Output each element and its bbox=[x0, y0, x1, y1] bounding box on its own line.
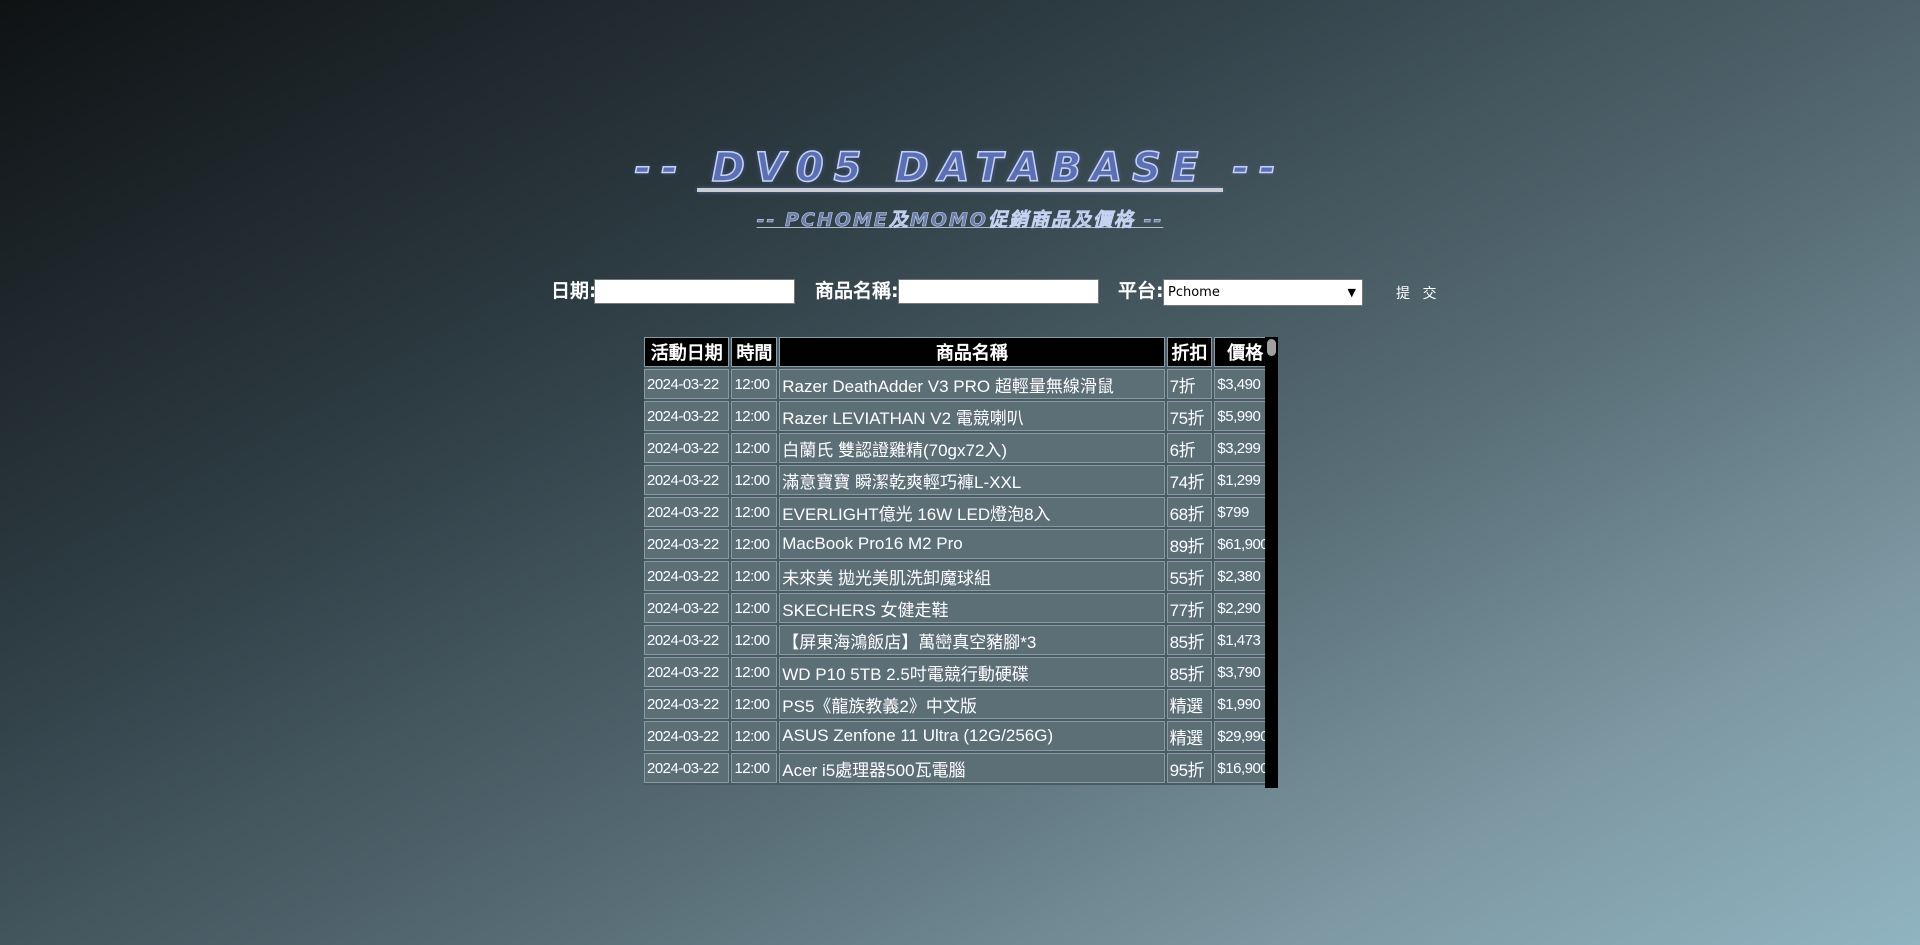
cell-time: 12:00 bbox=[731, 689, 778, 719]
header-date: 活動日期 bbox=[644, 337, 730, 367]
cell-product-name: ASUS Zenfone 11 Ultra (12G/256G) bbox=[779, 721, 1165, 751]
cell-discount: 精選 bbox=[1166, 689, 1213, 719]
cell-product-name: 【屏東海鴻飯店】萬巒真空豬腳*3 bbox=[779, 625, 1165, 655]
date-input[interactable] bbox=[594, 279, 795, 304]
table-row: 2024-03-22 12:00 未來美 拋光美肌洗卸魔球組 55折 $2,38… bbox=[644, 561, 1276, 591]
cell-discount: 6折 bbox=[1166, 433, 1213, 463]
cell-discount: 55折 bbox=[1166, 561, 1213, 591]
table-row: 2024-03-22 12:00 【屏東海鴻飯店】萬巒真空豬腳*3 85折 $1… bbox=[644, 625, 1276, 655]
cell-date: 2024-03-22 bbox=[644, 721, 730, 751]
cell-product-name: WD P10 5TB 2.5吋電競行動硬碟 bbox=[779, 657, 1165, 687]
cell-date: 2024-03-22 bbox=[644, 401, 730, 431]
page-subtitle: -- PCHOME及MOMO促銷商品及價格 -- bbox=[756, 209, 1164, 232]
cell-product-name: MacBook Pro16 M2 Pro bbox=[779, 529, 1165, 559]
cell-discount: 77折 bbox=[1166, 593, 1213, 623]
promo-table: 活動日期 時間 商品名稱 折扣 價格 2024-03-22 12:00 Raze… bbox=[644, 337, 1278, 785]
cell-discount: 95折 bbox=[1166, 753, 1213, 783]
cell-discount: 精選 bbox=[1166, 721, 1213, 751]
cell-date: 2024-03-22 bbox=[644, 657, 730, 687]
cell-date: 2024-03-22 bbox=[644, 689, 730, 719]
cell-time: 12:00 bbox=[731, 369, 778, 399]
product-name-label: 商品名稱: bbox=[815, 280, 899, 302]
cell-product-name: Razer LEVIATHAN V2 電競喇叭 bbox=[779, 401, 1165, 431]
title-underline bbox=[697, 188, 1223, 192]
cell-time: 12:00 bbox=[731, 593, 778, 623]
table-row: 2024-03-22 12:00 SKECHERS 女健走鞋 77折 $2,29… bbox=[644, 593, 1276, 623]
cell-product-name: EVERLIGHT億光 16W LED燈泡8入 bbox=[779, 497, 1165, 527]
cell-discount: 75折 bbox=[1166, 401, 1213, 431]
cell-date: 2024-03-22 bbox=[644, 561, 730, 591]
date-label: 日期: bbox=[551, 280, 597, 302]
cell-product-name: PS5《龍族教義2》中文版 bbox=[779, 689, 1165, 719]
cell-discount: 85折 bbox=[1166, 657, 1213, 687]
cell-time: 12:00 bbox=[731, 401, 778, 431]
cell-discount: 7折 bbox=[1166, 369, 1213, 399]
table-row: 2024-03-22 12:00 Razer LEVIATHAN V2 電競喇叭… bbox=[644, 401, 1276, 431]
table-row: 2024-03-22 12:00 滿意寶寶 瞬潔乾爽輕巧褲L-XXL 74折 $… bbox=[644, 465, 1276, 495]
scrollbar-thumb[interactable] bbox=[1267, 339, 1276, 356]
cell-time: 12:00 bbox=[731, 753, 778, 783]
table-row: 2024-03-22 12:00 EVERLIGHT億光 16W LED燈泡8入… bbox=[644, 497, 1276, 527]
cell-date: 2024-03-22 bbox=[644, 529, 730, 559]
submit-button[interactable]: 提 交 bbox=[1396, 283, 1476, 305]
platform-select[interactable]: Pchome ▼ bbox=[1163, 279, 1363, 306]
cell-date: 2024-03-22 bbox=[644, 753, 730, 783]
cell-product-name: 未來美 拋光美肌洗卸魔球組 bbox=[779, 561, 1165, 591]
cell-date: 2024-03-22 bbox=[644, 593, 730, 623]
cell-date: 2024-03-22 bbox=[644, 433, 730, 463]
cell-discount: 68折 bbox=[1166, 497, 1213, 527]
table-row: 2024-03-22 12:00 白蘭氏 雙認證雞精(70gx72入) 6折 $… bbox=[644, 433, 1276, 463]
cell-product-name: Acer i5處理器500瓦電腦 bbox=[779, 753, 1165, 783]
header-product-name: 商品名稱 bbox=[779, 337, 1165, 367]
table-row: 2024-03-22 12:00 Acer i5處理器500瓦電腦 95折 $1… bbox=[644, 753, 1276, 783]
platform-selected-value: Pchome bbox=[1168, 285, 1220, 300]
cell-date: 2024-03-22 bbox=[644, 625, 730, 655]
cell-time: 12:00 bbox=[731, 657, 778, 687]
cell-date: 2024-03-22 bbox=[644, 369, 730, 399]
cell-date: 2024-03-22 bbox=[644, 497, 730, 527]
cell-time: 12:00 bbox=[731, 721, 778, 751]
table-header-row: 活動日期 時間 商品名稱 折扣 價格 bbox=[644, 337, 1276, 367]
table-row: 2024-03-22 12:00 MacBook Pro16 M2 Pro 89… bbox=[644, 529, 1276, 559]
chevron-down-icon: ▼ bbox=[1347, 286, 1356, 299]
cell-time: 12:00 bbox=[731, 625, 778, 655]
header-time: 時間 bbox=[731, 337, 778, 367]
page-title: -- DV05 DATABASE -- bbox=[634, 144, 1286, 192]
table-row: 2024-03-22 12:00 Razer DeathAdder V3 PRO… bbox=[644, 369, 1276, 399]
table-row: 2024-03-22 12:00 PS5《龍族教義2》中文版 精選 $1,990 bbox=[644, 689, 1276, 719]
cell-time: 12:00 bbox=[731, 529, 778, 559]
cell-discount: 74折 bbox=[1166, 465, 1213, 495]
cell-product-name: SKECHERS 女健走鞋 bbox=[779, 593, 1165, 623]
cell-time: 12:00 bbox=[731, 465, 778, 495]
header-discount: 折扣 bbox=[1166, 337, 1213, 367]
cell-product-name: 白蘭氏 雙認證雞精(70gx72入) bbox=[779, 433, 1165, 463]
cell-time: 12:00 bbox=[731, 561, 778, 591]
cell-discount: 85折 bbox=[1166, 625, 1213, 655]
table-row: 2024-03-22 12:00 ASUS Zenfone 11 Ultra (… bbox=[644, 721, 1276, 751]
table-row: 2024-03-22 12:00 WD P10 5TB 2.5吋電競行動硬碟 8… bbox=[644, 657, 1276, 687]
cell-discount: 89折 bbox=[1166, 529, 1213, 559]
platform-label: 平台: bbox=[1118, 280, 1164, 302]
product-name-input[interactable] bbox=[898, 279, 1099, 304]
table-scrollbar[interactable] bbox=[1265, 337, 1278, 788]
cell-date: 2024-03-22 bbox=[644, 465, 730, 495]
cell-time: 12:00 bbox=[731, 433, 778, 463]
cell-product-name: 滿意寶寶 瞬潔乾爽輕巧褲L-XXL bbox=[779, 465, 1165, 495]
cell-product-name: Razer DeathAdder V3 PRO 超輕量無線滑鼠 bbox=[779, 369, 1165, 399]
cell-time: 12:00 bbox=[731, 497, 778, 527]
promo-table-container: 活動日期 時間 商品名稱 折扣 價格 2024-03-22 12:00 Raze… bbox=[644, 337, 1278, 788]
